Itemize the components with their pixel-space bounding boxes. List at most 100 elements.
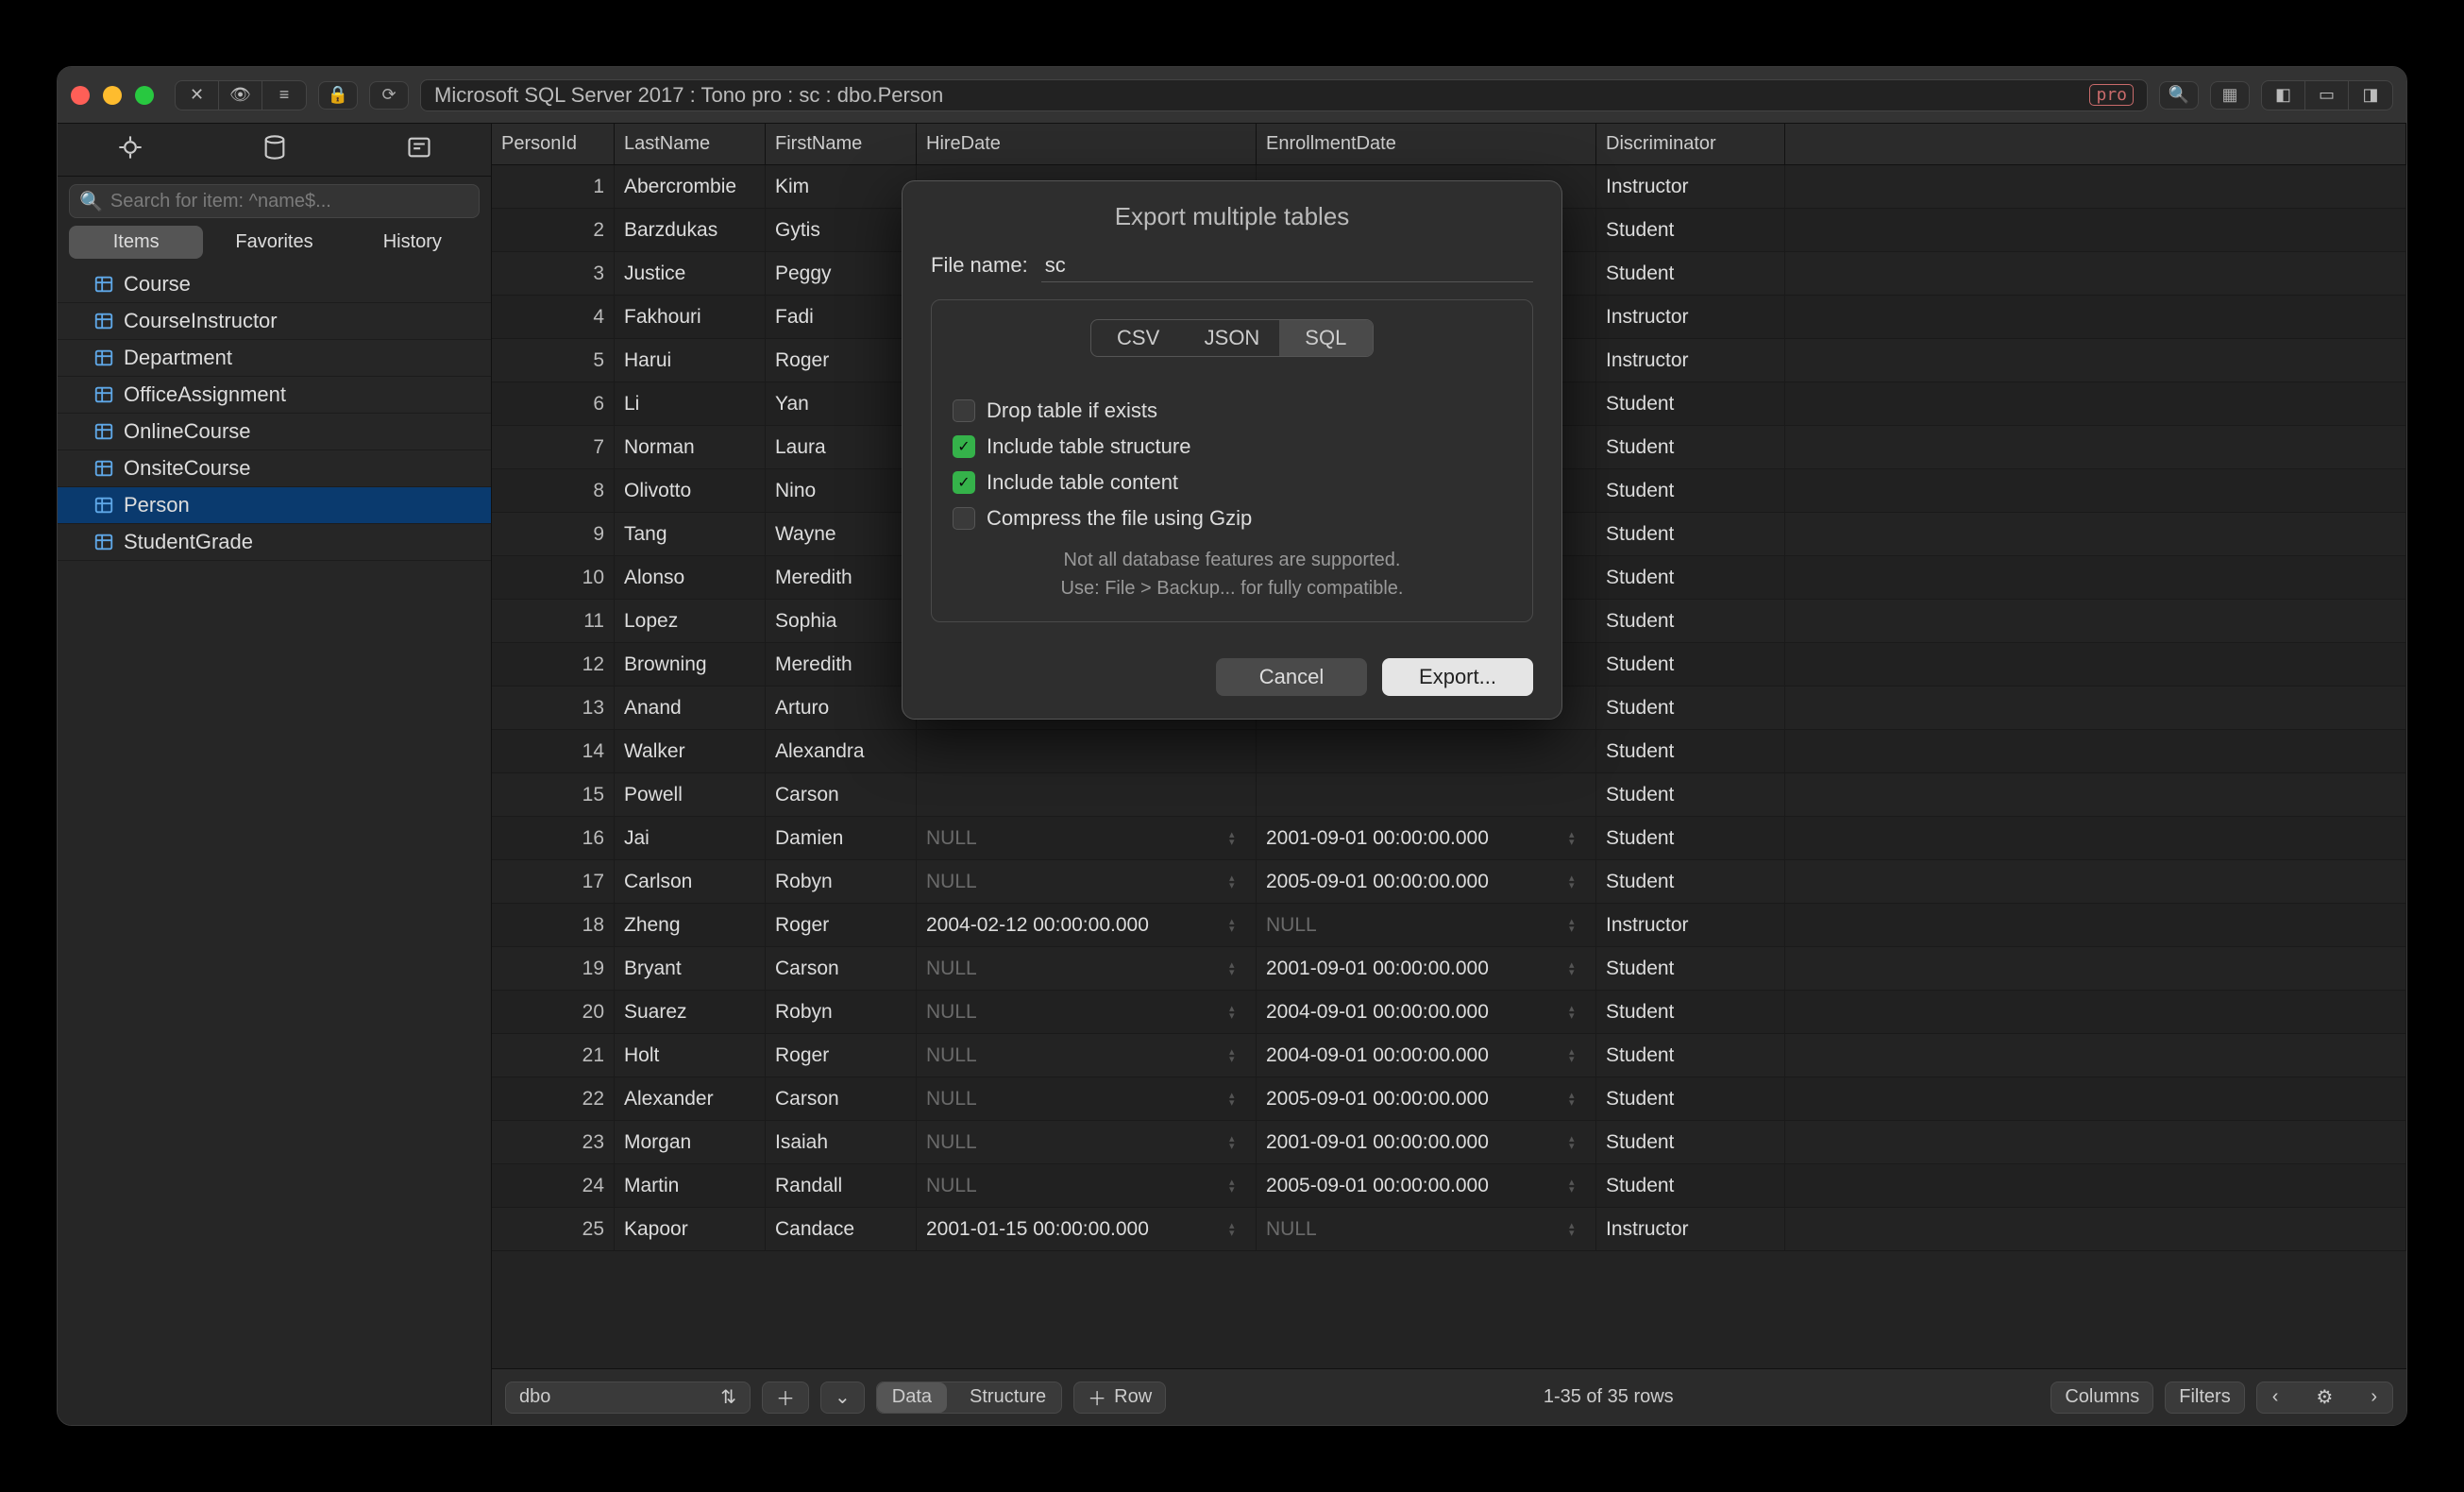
cell[interactable]: Carlson: [615, 860, 766, 903]
stepper-icon[interactable]: ▴▾: [1569, 825, 1586, 852]
cell[interactable]: 19: [492, 947, 615, 990]
export-button[interactable]: Export...: [1382, 658, 1533, 696]
cell[interactable]: [917, 730, 1257, 772]
add-button[interactable]: ＋: [762, 1382, 809, 1414]
stepper-icon[interactable]: ▴▾: [1569, 999, 1586, 1026]
columns-button[interactable]: Columns: [2051, 1382, 2153, 1414]
cell[interactable]: Instructor: [1596, 1208, 1785, 1250]
stepper-icon[interactable]: ▴▾: [1569, 1043, 1586, 1069]
cell[interactable]: NULL▴▾: [917, 1077, 1257, 1120]
sidebar-item-onlinecourse[interactable]: OnlineCourse: [58, 414, 491, 450]
cell[interactable]: NULL▴▾: [917, 1164, 1257, 1207]
search-icon[interactable]: 🔍: [2159, 81, 2199, 110]
cell[interactable]: 13: [492, 687, 615, 729]
cell[interactable]: Student: [1596, 469, 1785, 512]
cell[interactable]: Justice: [615, 252, 766, 295]
cell[interactable]: Roger: [766, 339, 917, 381]
cell[interactable]: 22: [492, 1077, 615, 1120]
cell[interactable]: Wayne: [766, 513, 917, 555]
cell[interactable]: Student: [1596, 643, 1785, 686]
cell[interactable]: 2004-09-01 00:00:00.000▴▾: [1257, 1034, 1596, 1077]
bottom-panel-icon[interactable]: ▭: [2305, 81, 2349, 110]
cell[interactable]: 14: [492, 730, 615, 772]
cell[interactable]: 2001-09-01 00:00:00.000▴▾: [1257, 817, 1596, 859]
cell[interactable]: 4: [492, 296, 615, 338]
stepper-icon[interactable]: ▴▾: [1569, 1129, 1586, 1156]
add-row-button[interactable]: ＋ Row: [1073, 1382, 1166, 1414]
col-lastname[interactable]: LastName: [615, 124, 766, 164]
table-row[interactable]: 20SuarezRobynNULL▴▾2004-09-01 00:00:00.0…: [492, 991, 2406, 1034]
stepper-icon[interactable]: ▴▾: [1229, 1043, 1246, 1069]
cell[interactable]: Kim: [766, 165, 917, 208]
cell[interactable]: 20: [492, 991, 615, 1033]
minimize-window[interactable]: [103, 86, 122, 105]
stepper-icon[interactable]: ▴▾: [1229, 1173, 1246, 1199]
table-row[interactable]: 16JaiDamienNULL▴▾2001-09-01 00:00:00.000…: [492, 817, 2406, 860]
stepper-icon[interactable]: ▴▾: [1569, 956, 1586, 982]
table-row[interactable]: 19BryantCarsonNULL▴▾2001-09-01 00:00:00.…: [492, 947, 2406, 991]
table-row[interactable]: 23MorganIsaiahNULL▴▾2001-09-01 00:00:00.…: [492, 1121, 2406, 1164]
col-firstname[interactable]: FirstName: [766, 124, 917, 164]
opt-content[interactable]: ✓ Include table content: [953, 465, 1511, 500]
cell[interactable]: NULL▴▾: [917, 860, 1257, 903]
cell[interactable]: Instructor: [1596, 296, 1785, 338]
cell[interactable]: 12: [492, 643, 615, 686]
refresh-icon[interactable]: ⟳: [369, 81, 409, 110]
cell[interactable]: Roger: [766, 1034, 917, 1077]
cell[interactable]: Laura: [766, 426, 917, 468]
stepper-icon[interactable]: ▴▾: [1569, 1086, 1586, 1112]
tab-history[interactable]: History: [346, 226, 480, 259]
cell[interactable]: Harui: [615, 339, 766, 381]
stepper-icon[interactable]: ▴▾: [1229, 1129, 1246, 1156]
table-row[interactable]: 18ZhengRoger2004-02-12 00:00:00.000▴▾NUL…: [492, 904, 2406, 947]
cell[interactable]: 2: [492, 209, 615, 251]
cancel-button[interactable]: Cancel: [1216, 658, 1367, 696]
cell[interactable]: NULL▴▾: [917, 817, 1257, 859]
sidebar-item-studentgrade[interactable]: StudentGrade: [58, 524, 491, 561]
grid-icon[interactable]: ▦: [2210, 81, 2250, 110]
cell[interactable]: Martin: [615, 1164, 766, 1207]
cell[interactable]: Arturo: [766, 687, 917, 729]
cell[interactable]: Student: [1596, 1164, 1785, 1207]
sidebar-item-department[interactable]: Department: [58, 340, 491, 377]
cell[interactable]: Yan: [766, 382, 917, 425]
cell[interactable]: Student: [1596, 1077, 1785, 1120]
cell[interactable]: Peggy: [766, 252, 917, 295]
sidebar-item-onsitecourse[interactable]: OnsiteCourse: [58, 450, 491, 487]
opt-drop[interactable]: Drop table if exists: [953, 393, 1511, 429]
stepper-icon[interactable]: ▴▾: [1229, 869, 1246, 895]
table-row[interactable]: 17CarlsonRobynNULL▴▾2005-09-01 00:00:00.…: [492, 860, 2406, 904]
cell[interactable]: Roger: [766, 904, 917, 946]
cell[interactable]: Student: [1596, 1034, 1785, 1077]
cell[interactable]: Meredith: [766, 556, 917, 599]
cell[interactable]: Randall: [766, 1164, 917, 1207]
cell[interactable]: 3: [492, 252, 615, 295]
cell[interactable]: 2005-09-01 00:00:00.000▴▾: [1257, 1164, 1596, 1207]
cell[interactable]: Student: [1596, 817, 1785, 859]
cell[interactable]: 16: [492, 817, 615, 859]
list-icon[interactable]: ≡: [262, 81, 306, 110]
cell[interactable]: 10: [492, 556, 615, 599]
cell[interactable]: Fakhouri: [615, 296, 766, 338]
cell[interactable]: 18: [492, 904, 615, 946]
cell[interactable]: Student: [1596, 991, 1785, 1033]
path-bar[interactable]: Microsoft SQL Server 2017 : Tono pro : s…: [420, 79, 2148, 111]
cell[interactable]: 2004-09-01 00:00:00.000▴▾: [1257, 991, 1596, 1033]
cell[interactable]: Carson: [766, 1077, 917, 1120]
cell[interactable]: Student: [1596, 556, 1785, 599]
stepper-icon[interactable]: ▴▾: [1569, 1173, 1586, 1199]
opt-gzip[interactable]: Compress the file using Gzip: [953, 500, 1511, 536]
cell[interactable]: 2004-02-12 00:00:00.000▴▾: [917, 904, 1257, 946]
table-row[interactable]: 24MartinRandallNULL▴▾2005-09-01 00:00:00…: [492, 1164, 2406, 1208]
cell[interactable]: Instructor: [1596, 165, 1785, 208]
database-icon[interactable]: [262, 134, 288, 165]
stepper-icon[interactable]: ▴▾: [1229, 999, 1246, 1026]
cell[interactable]: 5: [492, 339, 615, 381]
cell[interactable]: Student: [1596, 860, 1785, 903]
sidebar-item-courseinstructor[interactable]: CourseInstructor: [58, 303, 491, 340]
cell[interactable]: Gytis: [766, 209, 917, 251]
cell[interactable]: Isaiah: [766, 1121, 917, 1163]
cell[interactable]: 9: [492, 513, 615, 555]
cell[interactable]: Damien: [766, 817, 917, 859]
cell[interactable]: Student: [1596, 426, 1785, 468]
